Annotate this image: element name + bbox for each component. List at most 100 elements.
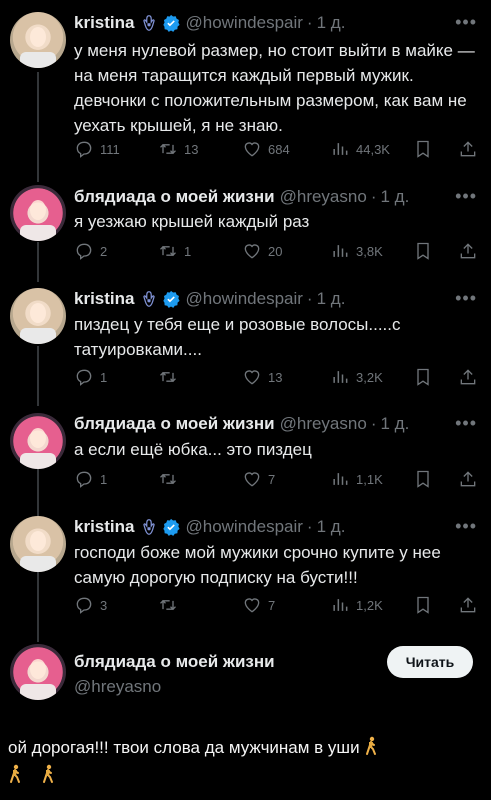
share-button[interactable] bbox=[458, 138, 478, 160]
more-icon[interactable]: ••• bbox=[455, 186, 477, 207]
retweet-button[interactable] bbox=[158, 594, 184, 616]
avatar[interactable] bbox=[10, 516, 66, 572]
retweet-button[interactable] bbox=[158, 468, 184, 490]
bookmark-icon bbox=[417, 242, 429, 260]
reply-count: 3 bbox=[100, 597, 108, 613]
bookmark-icon bbox=[417, 368, 429, 386]
avatar[interactable] bbox=[10, 413, 66, 469]
author-name[interactable]: блядиада о моей жизни bbox=[74, 187, 275, 207]
author-handle[interactable]: @hreyasno bbox=[280, 414, 367, 434]
profile-name[interactable]: блядиада о моей жизни bbox=[74, 652, 275, 672]
heart-icon bbox=[244, 472, 260, 487]
views-button[interactable]: 44,3K bbox=[330, 138, 390, 160]
avatar[interactable] bbox=[10, 12, 66, 68]
bookmark-button[interactable] bbox=[413, 366, 433, 388]
timestamp[interactable]: 1 д. bbox=[317, 289, 346, 309]
views-count: 3,8K bbox=[356, 243, 383, 259]
share-button[interactable] bbox=[458, 366, 478, 388]
reply-button[interactable]: 3 bbox=[74, 594, 107, 616]
share-icon bbox=[460, 369, 476, 385]
retweet-button[interactable]: 13 bbox=[158, 138, 198, 160]
retweet-icon bbox=[160, 371, 176, 383]
bookmark-icon bbox=[417, 140, 429, 158]
views-icon bbox=[333, 245, 348, 257]
tweet-text: господи боже мой мужики срочно купите у … bbox=[74, 543, 441, 587]
more-icon[interactable]: ••• bbox=[455, 413, 477, 434]
more-icon[interactable]: ••• bbox=[455, 12, 477, 33]
author-name[interactable]: kristina bbox=[74, 289, 134, 309]
thread-connector bbox=[37, 242, 39, 282]
reply-icon bbox=[76, 141, 92, 158]
more-icon[interactable]: ••• bbox=[455, 516, 477, 537]
tweet-text: пиздец у тебя еще и розовые волосы.....с… bbox=[74, 315, 401, 359]
author-name[interactable]: блядиада о моей жизни bbox=[74, 414, 275, 434]
author-handle[interactable]: @howindespair bbox=[185, 13, 302, 33]
reply-count: 1 bbox=[100, 369, 108, 385]
like-button[interactable]: 684 bbox=[242, 138, 290, 160]
like-button[interactable]: 7 bbox=[242, 468, 275, 490]
tweet-text: я уезжаю крышей каждый раз bbox=[74, 212, 310, 231]
views-icon bbox=[333, 143, 348, 155]
bookmark-button[interactable] bbox=[413, 240, 433, 262]
retweet-button[interactable] bbox=[158, 366, 184, 388]
profile-handle[interactable]: @hreyasno bbox=[74, 677, 161, 697]
caption-text: ой дорогая!!! твои слова да мужчинам в у… bbox=[8, 738, 360, 757]
share-icon bbox=[460, 471, 476, 487]
timestamp[interactable]: 1 д. bbox=[380, 187, 409, 207]
reply-button[interactable]: 1 bbox=[74, 366, 107, 388]
tweet-text: а если ещё юбка... это пиздец bbox=[74, 440, 312, 459]
bookmark-button[interactable] bbox=[413, 468, 433, 490]
avatar[interactable] bbox=[10, 185, 66, 241]
person-walking-emoji-icon bbox=[42, 764, 53, 783]
share-button[interactable] bbox=[458, 240, 478, 262]
author-handle[interactable]: @howindespair bbox=[185, 289, 302, 309]
views-button[interactable]: 3,8K bbox=[330, 240, 383, 262]
reply-button[interactable]: 2 bbox=[74, 240, 107, 262]
person-walking-emoji-icon bbox=[10, 764, 20, 783]
thread-connector bbox=[37, 72, 39, 182]
tweet-actions: 3 7 1,2K bbox=[74, 594, 479, 616]
more-icon[interactable]: ••• bbox=[455, 288, 477, 309]
like-button[interactable]: 7 bbox=[242, 594, 275, 616]
author-handle[interactable]: @hreyasno bbox=[280, 187, 367, 207]
avatar[interactable] bbox=[10, 288, 66, 344]
separator-dot: · bbox=[306, 13, 313, 32]
retweet-icon bbox=[160, 473, 176, 485]
bookmark-button[interactable] bbox=[413, 594, 433, 616]
tweet-actions: 2 1 20 3,8K bbox=[74, 240, 479, 262]
reply-icon bbox=[76, 471, 92, 488]
share-button[interactable] bbox=[458, 468, 478, 490]
reply-button[interactable]: 1 bbox=[74, 468, 107, 490]
timestamp[interactable]: 1 д. bbox=[380, 414, 409, 434]
share-button[interactable] bbox=[458, 594, 478, 616]
tweet-text: у меня нулевой размер, но стоит выйти в … bbox=[74, 41, 475, 135]
timestamp[interactable]: 1 д. bbox=[317, 517, 346, 537]
like-button[interactable]: 13 bbox=[242, 366, 282, 388]
separator-dot: · bbox=[306, 517, 313, 536]
author-handle[interactable]: @howindespair bbox=[185, 517, 302, 537]
views-button[interactable]: 3,2K bbox=[330, 366, 383, 388]
views-count: 3,2K bbox=[356, 369, 383, 385]
reply-count: 111 bbox=[100, 141, 120, 157]
views-icon bbox=[333, 371, 348, 383]
views-button[interactable]: 1,1K bbox=[330, 468, 383, 490]
separator-dot: · bbox=[370, 414, 377, 433]
reply-button[interactable]: 111 bbox=[74, 138, 120, 160]
like-count: 13 bbox=[268, 369, 283, 385]
share-icon bbox=[460, 597, 476, 613]
verified-badge-icon bbox=[163, 14, 181, 32]
author-name[interactable]: kristina bbox=[74, 13, 134, 33]
views-count: 44,3K bbox=[356, 141, 390, 157]
views-button[interactable]: 1,2K bbox=[330, 594, 383, 616]
author-name[interactable]: kristina bbox=[74, 517, 134, 537]
thread-connector bbox=[37, 467, 39, 517]
like-button[interactable]: 20 bbox=[242, 240, 282, 262]
avatar[interactable] bbox=[10, 644, 66, 700]
views-count: 1,2K bbox=[356, 597, 383, 613]
like-count: 20 bbox=[268, 243, 283, 259]
retweet-button[interactable]: 1 bbox=[158, 240, 191, 262]
follow-button[interactable]: Читать bbox=[387, 646, 473, 678]
timestamp[interactable]: 1 д. bbox=[317, 13, 346, 33]
bookmark-button[interactable] bbox=[413, 138, 433, 160]
retweet-count: 13 bbox=[184, 141, 199, 157]
